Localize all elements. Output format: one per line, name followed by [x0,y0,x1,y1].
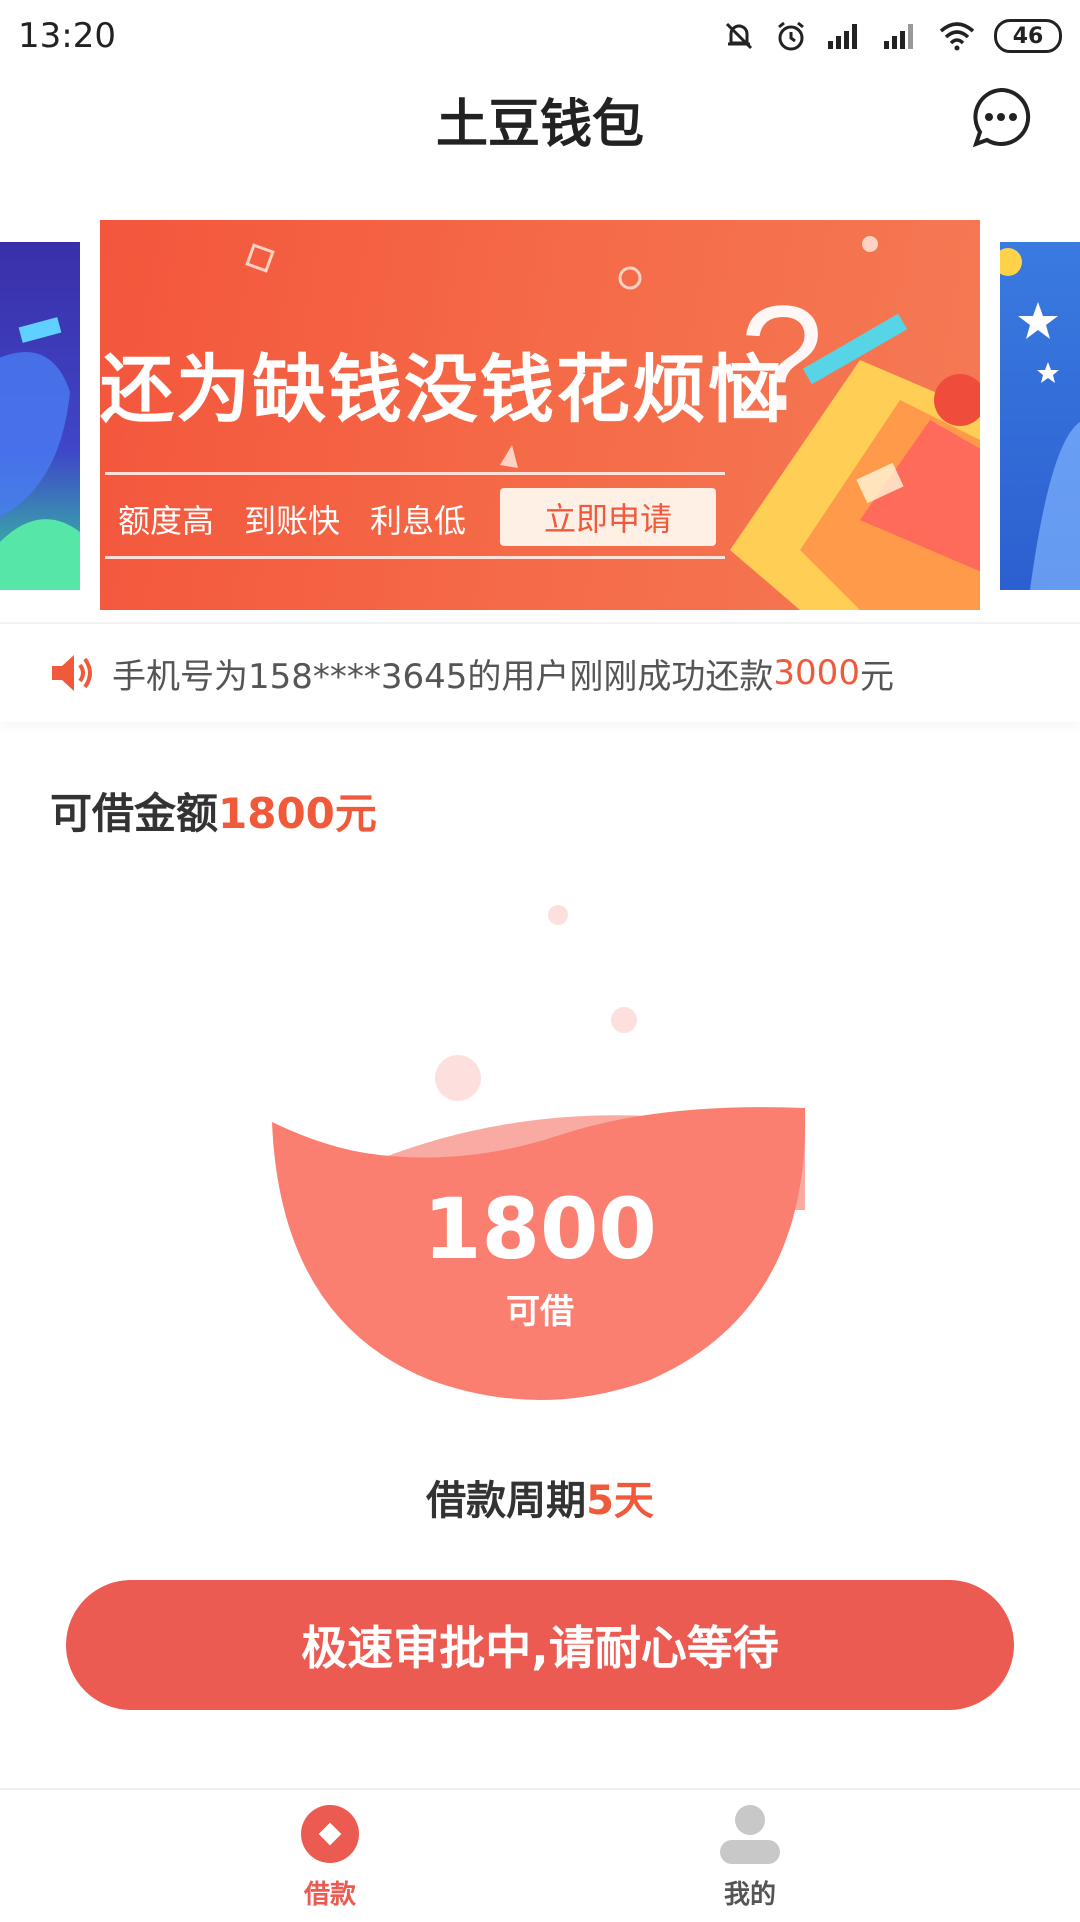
banner-slide-next[interactable] [1000,242,1080,590]
banner-slide-prev[interactable] [0,242,80,590]
available-amount-value: 1800元 [218,789,377,838]
next-slide-art [1000,248,1080,590]
more-options-icon[interactable] [970,86,1032,148]
page-title: 土豆钱包 [435,95,644,155]
notice-text: 手机号为158****3645的用户刚刚成功还款 [112,656,774,697]
prev-slide-art [0,317,80,590]
battery-icon: 46 [994,19,1062,53]
available-amount-label: 可借金额 [50,789,219,838]
tab-mine[interactable]: 我的 [650,1804,850,1911]
wifi-icon [939,22,975,51]
tab-borrow-label: 借款 [303,1880,356,1910]
borrow-tab-icon [301,1805,359,1863]
profile-tab-icon [720,1805,780,1864]
loan-period-label: 借款周期 [426,1478,587,1524]
available-amount: 可借金额1800元 [50,780,377,841]
app-header: 土豆钱包 [0,72,1080,162]
feature-low-interest: 利息低 [370,502,467,540]
banner-slide-main[interactable]: ? 还为缺钱没钱花烦恼 额度高 到账快 利息低 立即申请 [100,220,980,610]
approval-status-button[interactable]: 极速审批中,请耐心等待 [66,1580,1014,1710]
status-bar: 13:20 46 [0,0,1080,72]
status-icons: 46 [722,19,1062,53]
signal-icon-2 [884,24,913,49]
loan-period: 借款周期5天 [0,1468,1080,1526]
bowl-amount: 1800 [423,1180,657,1278]
credit-bowl: 1800 可借 [0,880,1080,1420]
signal-icon [828,24,857,49]
banner-divider-bottom [105,556,725,559]
status-time: 13:20 [18,16,116,56]
bowl-caption: 可借 [506,1292,574,1332]
mute-bell-icon [725,22,753,50]
banner-carousel[interactable]: ? 还为缺钱没钱花烦恼 额度高 到账快 利息低 立即申请 [0,220,1080,610]
apply-now-button[interactable]: 立即申请 [500,488,716,546]
banner-divider-top [105,472,725,475]
feature-fast-arrival: 到账快 [244,502,341,540]
tab-mine-label: 我的 [723,1880,776,1910]
notice-amount: 3000 [773,653,860,693]
speaker-icon [52,655,92,691]
tab-borrow[interactable]: 借款 [230,1804,430,1911]
banner-headline: 还为缺钱没钱花烦恼 [100,347,784,433]
notice-bar: 手机号为158****3645的用户刚刚成功还款 3000 元 [0,622,1080,722]
notice-unit: 元 [859,656,894,697]
bowl-illustration [272,905,806,1400]
bottom-tab-bar: 借款 我的 [0,1788,1080,1922]
feature-high-limit: 额度高 [118,502,215,540]
alarm-icon [778,21,804,51]
loan-period-value: 5天 [586,1478,654,1524]
banner-features: 额度高 到账快 利息低 [118,496,466,542]
